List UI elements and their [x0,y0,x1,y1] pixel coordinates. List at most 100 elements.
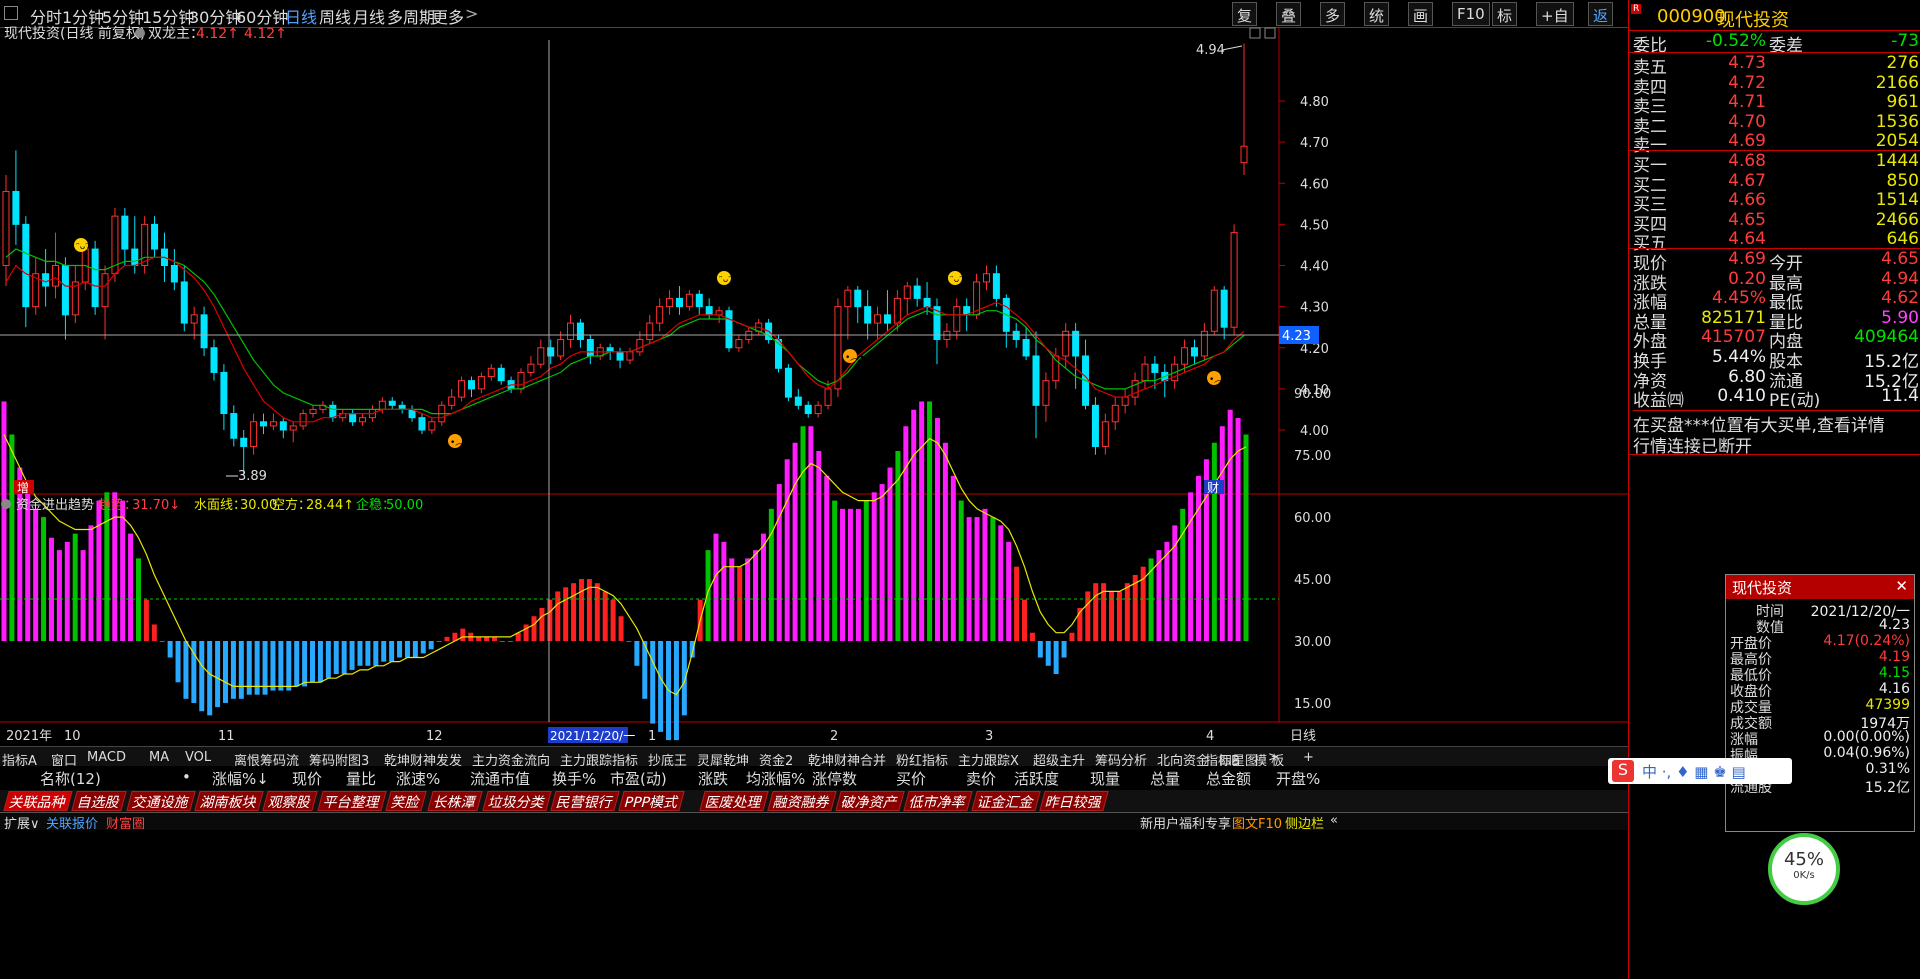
sub-bar [626,641,632,642]
candle-body [576,322,584,341]
stat-value: 415707 [1701,327,1766,348]
group-tab[interactable]: 长株潭 [427,791,483,811]
sub-tick-label: 75.00 [1294,449,1331,464]
group-tab[interactable]: 低市净率 [903,791,973,811]
group-tab[interactable]: 融资融券 [767,791,837,811]
stat-value: 409464 [1854,327,1919,348]
sub-settings-dot-icon[interactable] [1,499,11,509]
stat-value: 0.20 [1728,268,1766,289]
sub-bar [681,641,687,716]
group-tab[interactable]: 医废处理 [699,791,769,811]
group-tab[interactable]: 证金汇金 [971,791,1041,811]
candle-body [42,273,50,287]
gauge-percent: 45% [1783,849,1824,870]
order-volume: 2166 [1875,72,1919,93]
stat-row: 收益㈣ 0.410 PE(动) 11.4 [1629,386,1920,411]
stat-row: 总量 825171 量比 5.90 [1629,308,1920,333]
candle-body [735,339,743,349]
sub-bar [1029,632,1035,641]
candle-body [844,289,852,308]
candle-body [685,293,693,308]
sub-bar [207,641,213,716]
sub-bar [183,641,189,699]
sub-bar [745,558,751,641]
candle-body [903,285,911,299]
f10-link[interactable]: 图文F10 [1232,813,1282,832]
indicator-tab[interactable]: MACD [87,750,126,765]
column-header[interactable]: 涨跌 [698,768,728,789]
group-tab[interactable]: 观察股 [262,791,318,811]
sogou-icon[interactable]: S [1612,760,1634,782]
column-header[interactable]: 涨停数 [812,768,857,789]
column-header[interactable]: 均涨幅% [746,768,805,789]
group-tab[interactable]: 关联品种 [3,791,73,811]
new-user-link[interactable]: 新用户福利专享 [1140,813,1231,832]
column-header[interactable]: 量比 [346,768,376,789]
close-icon[interactable]: ✕ [1895,577,1908,595]
sub-bar [927,401,933,641]
column-header[interactable]: 换手% [552,768,596,789]
candle-body [1210,289,1218,332]
group-tab[interactable]: 自选股 [71,791,127,811]
network-speed-gauge[interactable]: 45% 0K/s [1768,833,1840,905]
sub-bar [950,475,956,641]
group-tab[interactable]: 破净资产 [835,791,905,811]
sub-bar [1243,434,1249,641]
group-tab[interactable]: 交通设施 [126,791,196,811]
column-header[interactable]: 买价 [896,768,926,789]
indicator-tab[interactable]: MA [149,750,169,765]
date-label: 3 [985,729,993,744]
column-header[interactable]: 涨速% [396,768,440,789]
candle-body [616,351,624,361]
column-header[interactable]: 名称(12) [40,768,101,789]
wealth-circle-link[interactable]: 财富圈 [106,813,145,832]
ime-toolbar[interactable]: S 中 ·, ♦ ▦ ♚ ▤ [1608,758,1792,784]
indicator-tab[interactable]: VOL [185,750,211,765]
group-tab[interactable]: 民营银行 [550,791,620,811]
candle-body [1091,404,1099,447]
candle-body [240,437,248,447]
column-header[interactable]: 开盘% [1276,768,1320,789]
order-price: 4.73 [1728,53,1766,73]
candle-body [1230,232,1238,328]
column-header[interactable]: 现价 [292,768,322,789]
candle-body [131,248,139,267]
sub-bar [325,641,331,679]
group-tab[interactable]: 平台整理 [317,791,387,811]
settings-dot-icon[interactable] [135,28,145,38]
popup-value: 4.19 [1878,649,1910,665]
group-tab[interactable]: 垃圾分类 [482,791,552,811]
column-header[interactable]: • [182,768,191,786]
group-tab[interactable]: 笑脸 [385,791,427,811]
column-header[interactable]: 涨幅%↓ [212,768,269,789]
order-price: 4.68 [1728,151,1766,171]
expand-button[interactable]: 扩展∨ [4,813,40,832]
group-tab[interactable]: PPP模式 [618,791,686,811]
ime-mode-icon[interactable]: 中 ·, ♦ ▦ ♚ ▤ [1642,761,1746,782]
crosshair-price: 4.23 [1282,329,1311,344]
column-header[interactable]: 卖价 [966,768,996,789]
candle-body [834,306,842,390]
column-header[interactable]: 市盈(动) [610,768,667,789]
related-quote-link[interactable]: 关联报价 [46,813,98,832]
candle-body [1220,289,1228,328]
column-header[interactable]: 活跃度 [1014,768,1059,789]
column-header[interactable]: 总金额 [1206,768,1251,789]
column-header[interactable]: 流通市值 [470,768,530,789]
sub-bar [404,641,410,658]
price-tick-label: 4.40 [1300,260,1329,275]
sub-bar [128,533,134,641]
group-tab[interactable]: 昨日较强 [1039,791,1109,811]
sub-bar [294,641,300,687]
candle-body [883,314,891,324]
column-header[interactable]: 现量 [1090,768,1120,789]
sub-bar [784,459,790,641]
chart-title: 现代投资(日线 前复权) [4,25,145,42]
sidebar-link[interactable]: 侧边栏 [1285,813,1324,832]
candle-body [992,273,1000,299]
candle-body [71,281,79,316]
collapse-icon[interactable]: « [1330,813,1338,828]
indicator-tab[interactable]: + [1303,750,1314,765]
group-tab[interactable]: 湖南板块 [194,791,264,811]
column-header[interactable]: 总量 [1150,768,1180,789]
